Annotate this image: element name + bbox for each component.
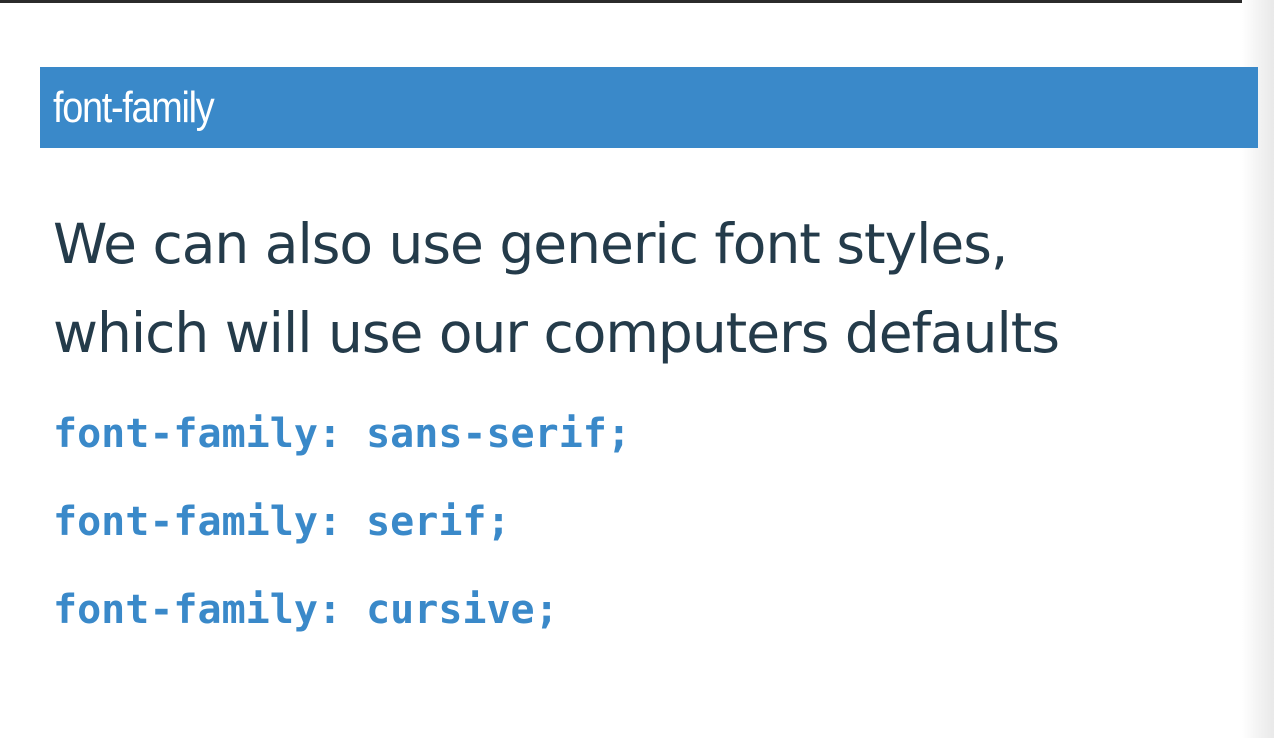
code-line-serif: font-family: serif; xyxy=(53,499,511,545)
slide-body-text: We can also use generic font styles, whi… xyxy=(53,200,1233,378)
top-border xyxy=(0,0,1274,3)
code-line-sans-serif: font-family: sans-serif; xyxy=(53,411,631,457)
body-line: which will use our computers defaults xyxy=(53,301,1060,365)
body-line: We can also use generic font styles, xyxy=(53,212,1008,276)
code-line-cursive: font-family: cursive; xyxy=(53,587,559,633)
slide-title: font-family xyxy=(53,82,215,132)
code-examples: font-family: sans-serif; font-family: se… xyxy=(53,412,631,676)
slide-title-bar: font-family xyxy=(40,67,1258,148)
